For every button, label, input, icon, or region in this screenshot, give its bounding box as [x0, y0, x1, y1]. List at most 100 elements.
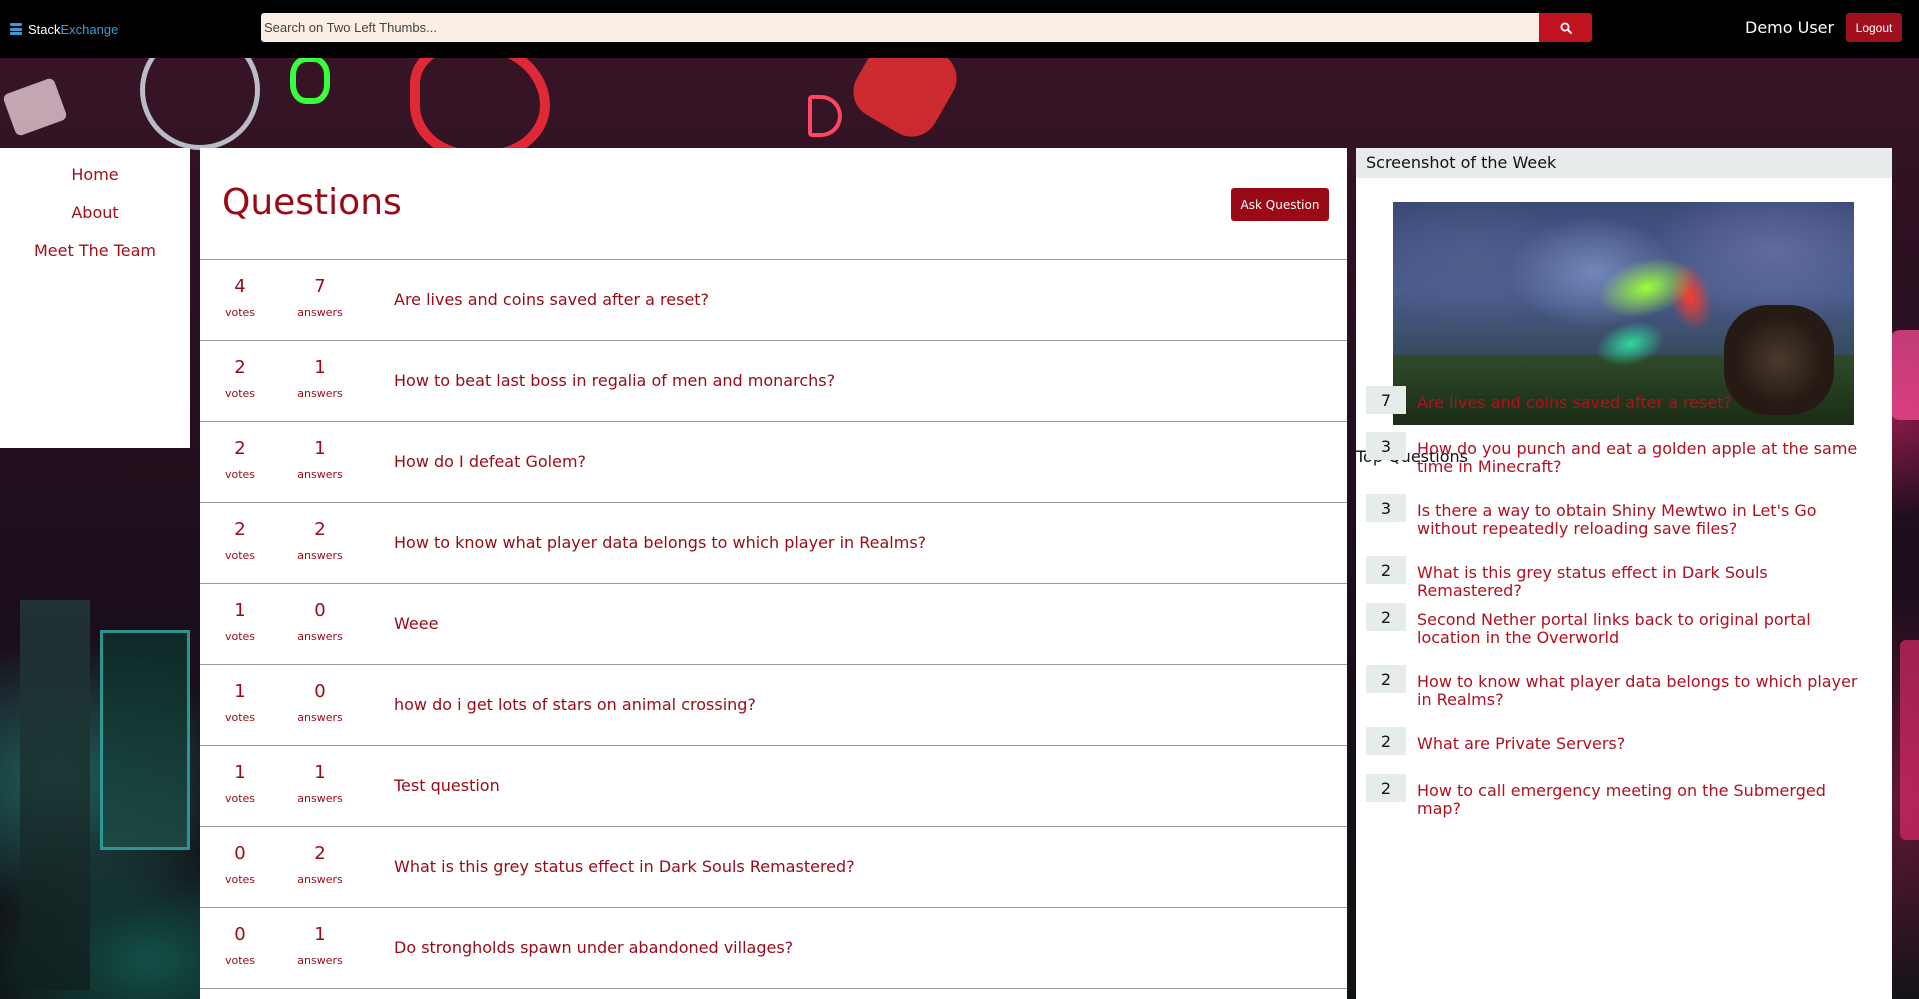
question-title-link[interactable]: Weee [394, 614, 438, 633]
answer-label: answers [297, 711, 343, 724]
background-neon-pink [1900, 640, 1919, 840]
top-question-item: 2 What is this grey status effect in Dark… [1366, 556, 1867, 600]
answer-number: 1 [314, 438, 326, 459]
question-title-link[interactable]: How to know what player data belongs to … [394, 533, 926, 552]
top-question-link[interactable]: How to call emergency meeting on the Sub… [1417, 774, 1867, 818]
answer-count: 2 answers [285, 519, 355, 562]
brand-name-part1: Stack [28, 21, 61, 37]
vote-number: 0 [234, 843, 246, 864]
answer-number: 1 [314, 762, 326, 783]
background-neon-white [2, 77, 68, 137]
top-bar: StackExchange Demo User Logout [0, 0, 1919, 58]
search-input[interactable] [261, 13, 1539, 42]
question-row: 4 votes 7 answers Are lives and coins saved … [200, 260, 1347, 341]
background-neon-d [808, 95, 842, 137]
ask-question-button[interactable]: Ask Question [1231, 188, 1329, 221]
question-row: 1 votes 0 answers how do i get lots of stars… [200, 665, 1347, 746]
vote-count: 2 votes [205, 438, 275, 481]
top-question-link[interactable]: What is this grey status effect in Dark … [1417, 556, 1867, 600]
background-neon-sign [100, 630, 190, 850]
vote-label: votes [224, 954, 256, 967]
top-question-score: 2 [1366, 774, 1406, 802]
answer-count: 1 answers [285, 438, 355, 481]
top-question-score: 2 [1366, 727, 1406, 755]
answer-label: answers [297, 873, 343, 886]
vote-number: 4 [234, 276, 246, 297]
vote-count: 0 votes [205, 843, 275, 886]
vote-label: votes [224, 549, 256, 562]
answer-label: answers [297, 792, 343, 805]
answer-number: 0 [314, 681, 326, 702]
vote-label: votes [224, 468, 256, 481]
vote-count: 1 votes [205, 762, 275, 805]
top-question-score: 3 [1366, 494, 1406, 522]
answer-label: answers [297, 630, 343, 643]
question-row: 2 votes 2 answers How to know what player da… [200, 503, 1347, 584]
nav-item-meet-the-team[interactable]: Meet The Team [0, 232, 190, 270]
background-building [20, 600, 90, 990]
top-question-item: 3 Is there a way to obtain Shiny Mewtwo i… [1366, 494, 1867, 538]
question-title-link[interactable]: Test question [394, 776, 500, 795]
top-question-item: 3 How do you punch and eat a golden apple… [1366, 432, 1867, 476]
vote-number: 0 [234, 924, 246, 945]
top-question-item: 2 How to call emergency meeting on the Su… [1366, 774, 1867, 818]
question-title-link[interactable]: How do I defeat Golem? [394, 452, 586, 471]
question-row: 1 votes 0 answers Weee [200, 584, 1347, 665]
question-row: 2 votes 1 answers How do I defeat Golem? [200, 422, 1347, 503]
vote-label: votes [224, 873, 256, 886]
top-question-link[interactable]: How do you punch and eat a golden apple … [1417, 432, 1867, 476]
answer-count: 1 answers [285, 924, 355, 967]
question-title-link[interactable]: What is this grey status effect in Dark … [394, 857, 855, 876]
nav-item-about[interactable]: About [0, 194, 190, 232]
answer-label: answers [297, 954, 343, 967]
top-question-item: 2 How to know what player data belongs to… [1366, 665, 1867, 709]
vote-count: 4 votes [205, 276, 275, 319]
vote-count: 2 votes [205, 357, 275, 400]
stack-exchange-icon [10, 23, 22, 35]
question-title-link[interactable]: How to beat last boss in regalia of men … [394, 371, 835, 390]
top-question-link[interactable]: Are lives and coins saved after a reset? [1417, 386, 1867, 414]
answer-count: 0 answers [285, 681, 355, 724]
top-question-link[interactable]: Second Nether portal links back to origi… [1417, 603, 1867, 647]
answer-label: answers [297, 387, 343, 400]
vote-label: votes [224, 387, 256, 400]
top-question-score: 7 [1366, 386, 1406, 414]
left-nav: Home About Meet The Team [0, 148, 190, 448]
vote-number: 1 [234, 600, 246, 621]
vote-number: 2 [234, 519, 246, 540]
answer-number: 0 [314, 600, 326, 621]
vote-count: 2 votes [205, 519, 275, 562]
question-row: 2 votes 1 answers How to beat last boss in r… [200, 341, 1347, 422]
screenshot-of-week-title: Screenshot of the Week [1356, 148, 1892, 178]
top-question-link[interactable]: How to know what player data belongs to … [1417, 665, 1867, 709]
question-title-link[interactable]: Are lives and coins saved after a reset? [394, 290, 709, 309]
background-neon-red [410, 40, 550, 160]
answer-number: 2 [314, 519, 326, 540]
answer-label: answers [297, 468, 343, 481]
answer-number: 1 [314, 924, 326, 945]
search-button[interactable] [1539, 13, 1592, 42]
top-question-link[interactable]: What are Private Servers? [1417, 727, 1867, 755]
vote-number: 1 [234, 762, 246, 783]
brand-name-part2: Exchange [60, 21, 119, 37]
background-neon-green [290, 56, 330, 104]
nav-item-home[interactable]: Home [0, 156, 190, 194]
brand-logo[interactable]: Stack Exchange [10, 22, 260, 37]
background-neon-pink [1890, 330, 1919, 420]
question-title-link[interactable]: Do strongholds spawn under abandoned vil… [394, 938, 793, 957]
vote-label: votes [224, 306, 256, 319]
user-name[interactable]: Demo User [1745, 18, 1834, 37]
answer-number: 1 [314, 357, 326, 378]
top-question-item: 2 Second Nether portal links back to orig… [1366, 603, 1867, 647]
logout-button[interactable]: Logout [1846, 13, 1902, 42]
question-row: 0 votes 1 answers Do strongholds spawn under… [200, 908, 1347, 989]
vote-number: 2 [234, 438, 246, 459]
question-title-link[interactable]: how do i get lots of stars on animal cro… [394, 695, 756, 714]
top-question-item: 2 What are Private Servers? [1366, 727, 1867, 755]
answer-count: 1 answers [285, 762, 355, 805]
top-question-link[interactable]: Is there a way to obtain Shiny Mewtwo in… [1417, 494, 1867, 538]
top-question-score: 2 [1366, 556, 1406, 584]
vote-count: 1 votes [205, 681, 275, 724]
top-question-item: 7 Are lives and coins saved after a reset… [1366, 386, 1867, 414]
answer-count: 7 answers [285, 276, 355, 319]
